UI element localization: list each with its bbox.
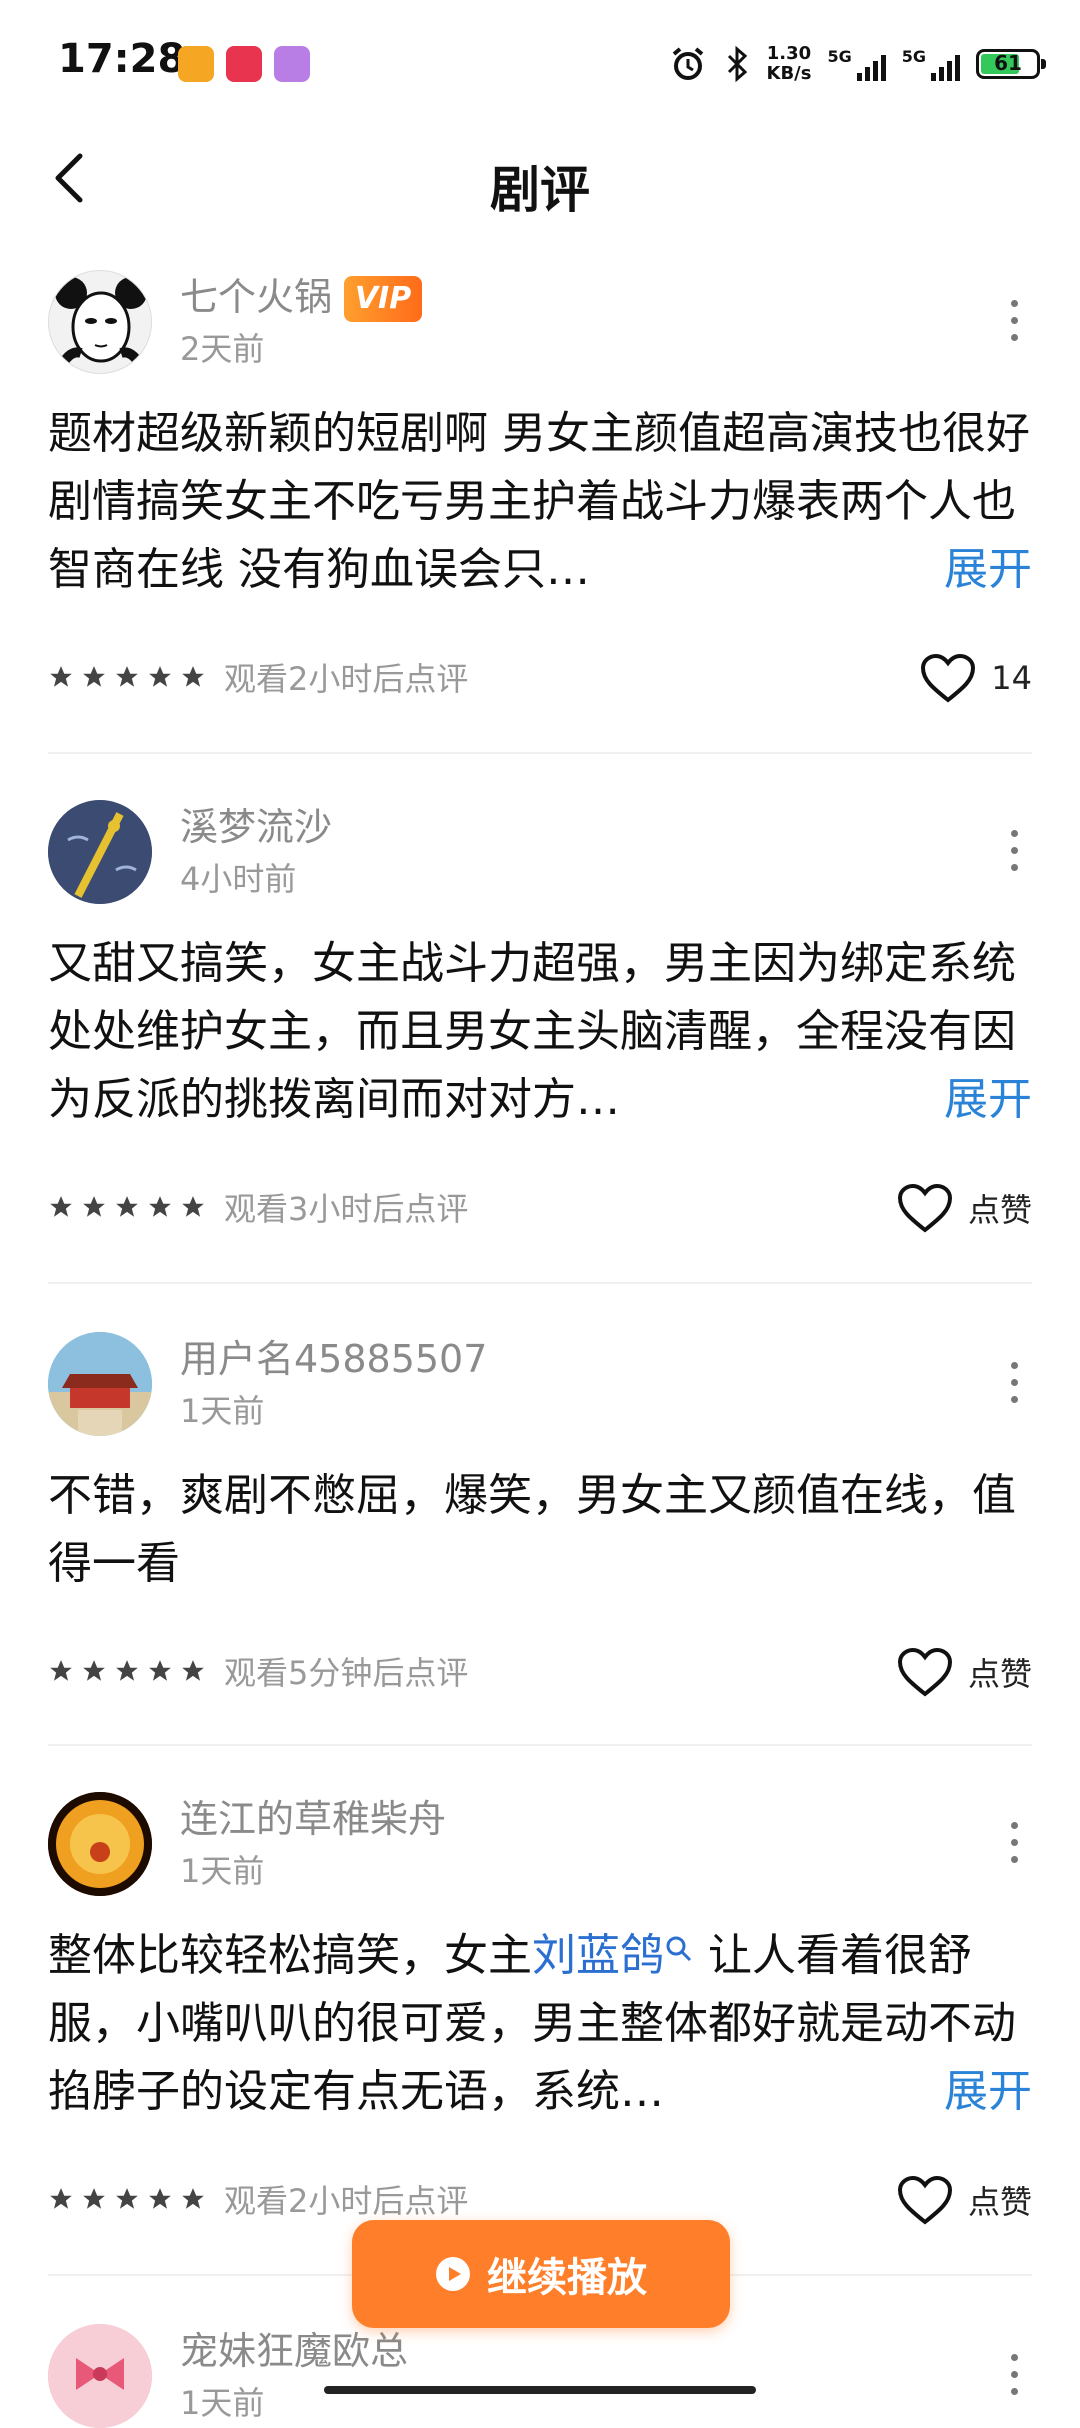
network-speed: 1.30 KB/s <box>766 43 812 84</box>
star-icon <box>50 1660 72 1681</box>
review-text: 题材超级新颖的短剧啊 男女主颜值超高演技也很好 剧情搞笑女主不吃亏男主护着战斗力… <box>48 408 1030 595</box>
page-title: 剧评 <box>490 161 590 219</box>
star-icon <box>182 2188 204 2209</box>
battery-icon: 61 <box>976 49 1046 79</box>
status-bar: 17:28 1.30 KB/s 5G 5G 61 <box>0 0 1080 128</box>
like-button[interactable]: 点赞 <box>896 1178 1032 1238</box>
like-button[interactable]: 点赞 <box>896 1642 1032 1702</box>
divider <box>48 752 1032 754</box>
avatar[interactable] <box>48 2324 152 2428</box>
star-icon <box>182 666 204 687</box>
star-icon <box>116 666 138 687</box>
more-options-icon[interactable] <box>1008 1822 1020 1870</box>
star-icon <box>116 2188 138 2209</box>
more-options-icon[interactable] <box>1008 830 1020 878</box>
like-button[interactable]: 点赞 <box>896 2170 1032 2230</box>
heart-icon <box>897 1647 952 1697</box>
username[interactable]: 用户名45885507 <box>180 1328 487 1383</box>
alarm-icon <box>672 47 703 80</box>
rating-stars <box>48 2186 206 2212</box>
expand-link[interactable]: 展开 <box>924 2058 1032 2126</box>
more-options-icon[interactable] <box>1008 2354 1020 2402</box>
divider <box>48 1744 1032 1746</box>
avatar[interactable] <box>48 1792 152 1896</box>
heart-icon <box>897 2175 952 2225</box>
review-time: 1天前 <box>180 2384 265 2422</box>
app-icon-red <box>226 46 262 82</box>
rating-stars <box>48 1194 206 1220</box>
more-options-icon[interactable] <box>1008 1362 1020 1410</box>
rating-stars <box>48 664 206 690</box>
heart-icon <box>897 1183 952 1233</box>
watch-duration: 观看5分钟后点评 <box>224 1654 469 1692</box>
actor-link[interactable]: 刘蓝鸽 <box>532 1930 694 1981</box>
vip-badge: VIP <box>344 276 423 322</box>
review-time: 1天前 <box>180 1852 265 1890</box>
username[interactable]: 连江的草稚柴舟 <box>180 1788 446 1843</box>
star-icon <box>83 666 105 687</box>
expand-link[interactable]: 展开 <box>924 536 1032 604</box>
star-icon <box>83 2188 105 2209</box>
review-footer: 观看2小时后点评 14 <box>48 648 1032 708</box>
review-time: 1天前 <box>180 1392 265 1430</box>
star-icon <box>116 1660 138 1681</box>
expand-link[interactable]: 展开 <box>924 1066 1032 1134</box>
star-icon <box>83 1660 105 1681</box>
star-icon <box>116 1196 138 1217</box>
continue-play-button[interactable]: 继续播放 <box>352 2220 730 2328</box>
heart-icon <box>921 653 976 703</box>
review-text: 又甜又搞笑，女主战斗力超强，男主因为绑定系统处处维护女主，而且男女主头脑清醒，全… <box>48 938 1016 1125</box>
panda-avatar-icon <box>54 277 148 373</box>
app-icon-orange <box>178 46 214 82</box>
signal-icon-2: 5G <box>902 47 960 81</box>
header: 剧评 <box>0 128 1080 232</box>
bluetooth-icon <box>727 45 747 83</box>
star-icon <box>149 1196 171 1217</box>
star-icon <box>149 666 171 687</box>
review-footer: 观看5分钟后点评 点赞 <box>48 1642 1032 1702</box>
status-time: 17:28 <box>58 36 186 82</box>
sword-avatar-icon <box>48 800 152 904</box>
review-time: 2天前 <box>180 330 265 368</box>
star-icon <box>50 1196 72 1217</box>
watch-duration: 观看2小时后点评 <box>224 660 469 698</box>
star-icon <box>83 1196 105 1217</box>
search-icon <box>666 1936 692 1962</box>
review-time: 4小时前 <box>180 860 297 898</box>
signal-icon-1: 5G <box>827 47 886 81</box>
star-icon <box>50 2188 72 2209</box>
review-footer: 观看3小时后点评 点赞 <box>48 1178 1032 1238</box>
review-text: 不错，爽剧不憋屈，爆笑，男女主又颜值在线，值得一看 <box>48 1470 1016 1589</box>
avatar[interactable] <box>48 270 152 374</box>
watch-duration: 观看2小时后点评 <box>224 2182 469 2220</box>
more-options-icon[interactable] <box>1008 300 1020 348</box>
username[interactable]: 宠妹狂魔欧总 <box>180 2320 408 2375</box>
rating-stars <box>48 1658 206 1684</box>
star-icon <box>182 1196 204 1217</box>
sun-avatar-icon <box>48 1792 152 1896</box>
play-icon <box>436 2257 470 2291</box>
username[interactable]: 七个火锅 VIP <box>180 266 423 322</box>
star-icon <box>149 1660 171 1681</box>
home-indicator[interactable] <box>324 2386 756 2394</box>
like-button[interactable]: 14 <box>919 648 1032 708</box>
star-icon <box>182 1660 204 1681</box>
star-icon <box>149 2188 171 2209</box>
avatar[interactable] <box>48 800 152 904</box>
building-avatar-icon <box>48 1332 152 1436</box>
divider <box>48 1282 1032 1284</box>
app-icon-purple <box>274 46 310 82</box>
watch-duration: 观看3小时后点评 <box>224 1190 469 1228</box>
avatar[interactable] <box>48 1332 152 1436</box>
star-icon <box>50 666 72 687</box>
bow-avatar-icon <box>48 2324 152 2428</box>
review-text: 整体比较轻松搞笑，女主刘蓝鸽 让人看着很舒服，小嘴叭叭的很可爱，男主整体都好就是… <box>48 1930 1016 2117</box>
username[interactable]: 溪梦流沙 <box>180 796 332 851</box>
